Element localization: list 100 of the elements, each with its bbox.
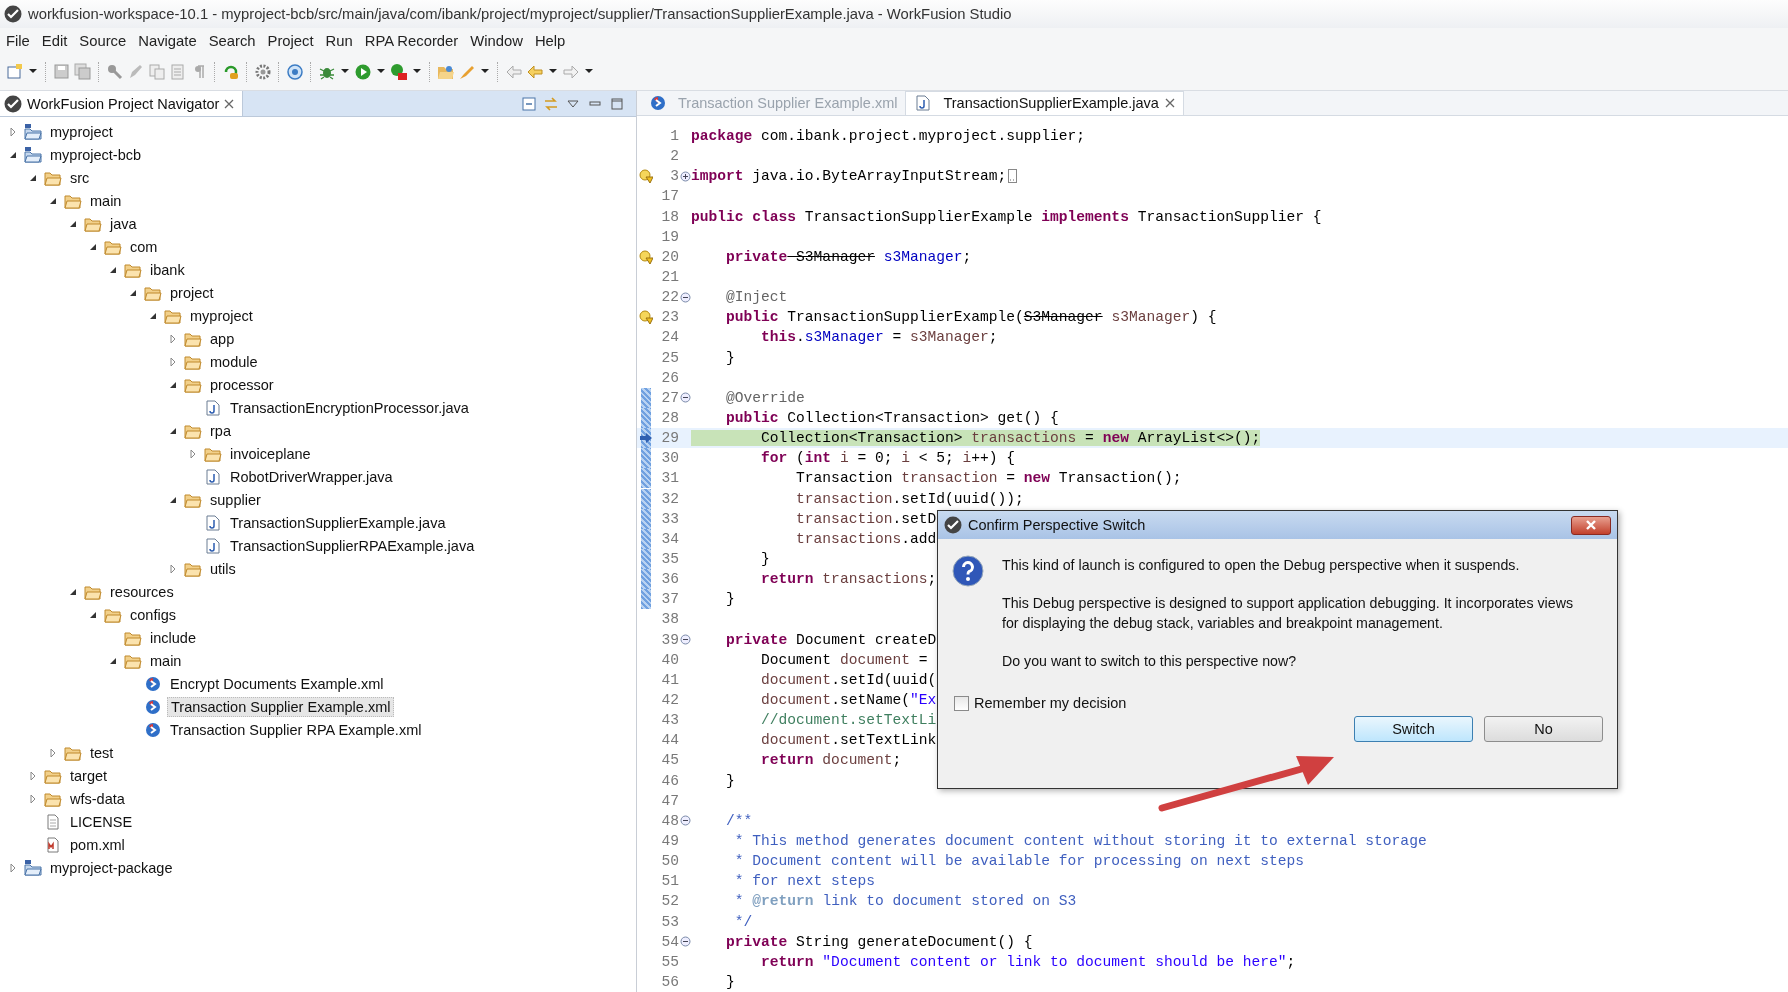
view-tab[interactable]: WorkFusion Project Navigator [0, 91, 244, 116]
tree-item[interactable]: main [147, 651, 185, 670]
tree-item[interactable]: com [127, 237, 161, 256]
menu-item[interactable]: Project [261, 32, 320, 49]
close-button[interactable] [1571, 515, 1611, 535]
app-logo-icon [944, 516, 962, 534]
code-line: */ [733, 913, 753, 930]
menu-item[interactable]: RPA Recorder [358, 32, 465, 49]
tree-item[interactable]: resources [107, 582, 177, 601]
fold-expand-icon[interactable] [680, 170, 691, 182]
tree-item[interactable]: test [87, 743, 117, 762]
tree-item[interactable]: myproject [187, 306, 256, 325]
tree-item[interactable]: project [167, 283, 217, 302]
menu-item[interactable]: Window [464, 32, 529, 49]
tree-item[interactable]: Transaction Supplier Example.xml [167, 696, 395, 717]
dialog-message: This kind of launch is configured to open the Debug perspective when it suspends. [1002, 556, 1521, 575]
tree-item[interactable]: src [67, 168, 93, 187]
wrench-icon[interactable] [106, 62, 124, 81]
editor-tab[interactable]: TransactionSupplierExample.java [905, 91, 1184, 115]
tree-item[interactable]: ibank [147, 260, 188, 279]
folder-icon [204, 445, 222, 462]
line-number: 50 [660, 853, 679, 870]
tree-item[interactable]: pom.xml [67, 835, 128, 854]
dialog-button[interactable]: Switch [1354, 716, 1473, 742]
tree-item[interactable]: LICENSE [67, 812, 136, 831]
tree-item[interactable]: RobotDriverWrapper.java [227, 467, 396, 486]
menu-item[interactable]: Help [528, 32, 572, 49]
checkbox-label[interactable]: Remember my decision [974, 695, 1127, 711]
menu-item[interactable]: Source [73, 32, 133, 49]
code-line: * @return link to document stored on S3 [733, 893, 1077, 910]
collapsed-arrow-icon[interactable] [188, 448, 198, 459]
checkbox[interactable] [954, 695, 969, 711]
fold-collapse-icon[interactable] [680, 936, 691, 948]
tree-item[interactable]: java [107, 214, 140, 233]
dialog-message: Do you want to switch to this perspective now? [1002, 652, 1298, 671]
tree-item[interactable]: myproject-package [47, 858, 176, 877]
tree-item[interactable]: TransactionSupplierRPAExample.java [227, 536, 478, 555]
tab-label: TransactionSupplierExample.java [943, 95, 1159, 112]
code-line: transaction.setId(uuid()); [795, 490, 1024, 507]
tree-item[interactable]: rpa [207, 421, 234, 440]
run-config-icon[interactable] [390, 62, 408, 81]
close-icon[interactable] [1164, 98, 1175, 109]
gear-icon[interactable] [254, 62, 272, 81]
save-icon[interactable] [53, 62, 71, 81]
menu-item[interactable]: Navigate [132, 32, 203, 49]
target-icon[interactable] [286, 62, 304, 81]
tree-item[interactable]: Transaction Supplier RPA Example.xml [167, 720, 425, 739]
tree-item[interactable]: wfs-data [67, 789, 128, 808]
xml-file-icon [649, 94, 667, 111]
fold-collapse-icon[interactable] [680, 815, 691, 827]
collapsed-arrow-icon[interactable] [8, 862, 18, 873]
tree-item[interactable]: module [207, 352, 261, 371]
code-line: return transactions; [760, 571, 937, 588]
fold-collapse-icon[interactable] [680, 392, 691, 404]
code-line: public Collection<Transaction> get() { [725, 410, 1059, 426]
tree-item[interactable]: TransactionEncryptionProcessor.java [227, 398, 472, 417]
java-file-icon [914, 95, 933, 112]
menu-item[interactable]: Search [202, 32, 262, 49]
fold-collapse-icon[interactable] [680, 634, 691, 646]
menu-item[interactable]: Edit [35, 32, 74, 49]
collapsed-arrow-icon[interactable] [28, 770, 38, 781]
fold-collapse-icon[interactable] [680, 291, 691, 303]
menu-item[interactable]: File [0, 32, 36, 49]
collapsed-arrow-icon[interactable] [8, 126, 18, 137]
tree-item[interactable]: target [67, 766, 111, 785]
collapsed-arrow-icon[interactable] [48, 747, 58, 758]
line-number: 24 [660, 329, 679, 346]
tree-item[interactable]: myproject [47, 122, 116, 141]
tree-item[interactable]: supplier [207, 490, 264, 509]
play-icon[interactable] [354, 62, 372, 81]
tree-item[interactable]: include [147, 628, 199, 647]
tree-item[interactable]: TransactionSupplierExample.java [227, 513, 449, 532]
line-number: 37 [660, 591, 679, 608]
tree-item[interactable]: utils [207, 559, 239, 578]
line-number: 41 [660, 671, 679, 688]
folder-icon [184, 330, 202, 347]
line-number: 17 [660, 188, 679, 205]
folder-icon [44, 790, 62, 807]
code-line: Document document = [760, 651, 928, 668]
menu-item[interactable]: Run [319, 32, 359, 49]
window-title: workfusion-workspace-10.1 - myproject-bcb/src/main/java/com/ibank/project/myproject/supplier/TransactionSupplierExample.java - WorkFusion Studio [28, 6, 1012, 22]
tree-item[interactable]: invoiceplane [227, 444, 314, 463]
close-icon[interactable] [224, 98, 235, 109]
collapsed-arrow-icon[interactable] [168, 356, 178, 367]
collapsed-arrow-icon[interactable] [28, 793, 38, 804]
tree-item[interactable]: app [207, 329, 238, 348]
line-number: 46 [660, 772, 679, 789]
collapsed-arrow-icon[interactable] [168, 333, 178, 344]
code-line: * Document content will be available for processing on next steps [733, 853, 1305, 870]
tree-item[interactable]: processor [207, 375, 277, 394]
tree-item[interactable]: myproject-bcb [47, 145, 145, 164]
tree-item[interactable]: Encrypt Documents Example.xml [167, 674, 387, 693]
folded-code-icon[interactable] [1008, 169, 1018, 184]
collapsed-arrow-icon[interactable] [168, 563, 178, 574]
collapse-all-icon[interactable] [522, 96, 536, 111]
dialog-button[interactable]: No [1484, 716, 1603, 742]
folder-icon [184, 376, 202, 393]
maximize-icon[interactable] [610, 96, 624, 111]
tree-item[interactable]: main [87, 191, 125, 210]
tree-item[interactable]: configs [127, 605, 179, 624]
